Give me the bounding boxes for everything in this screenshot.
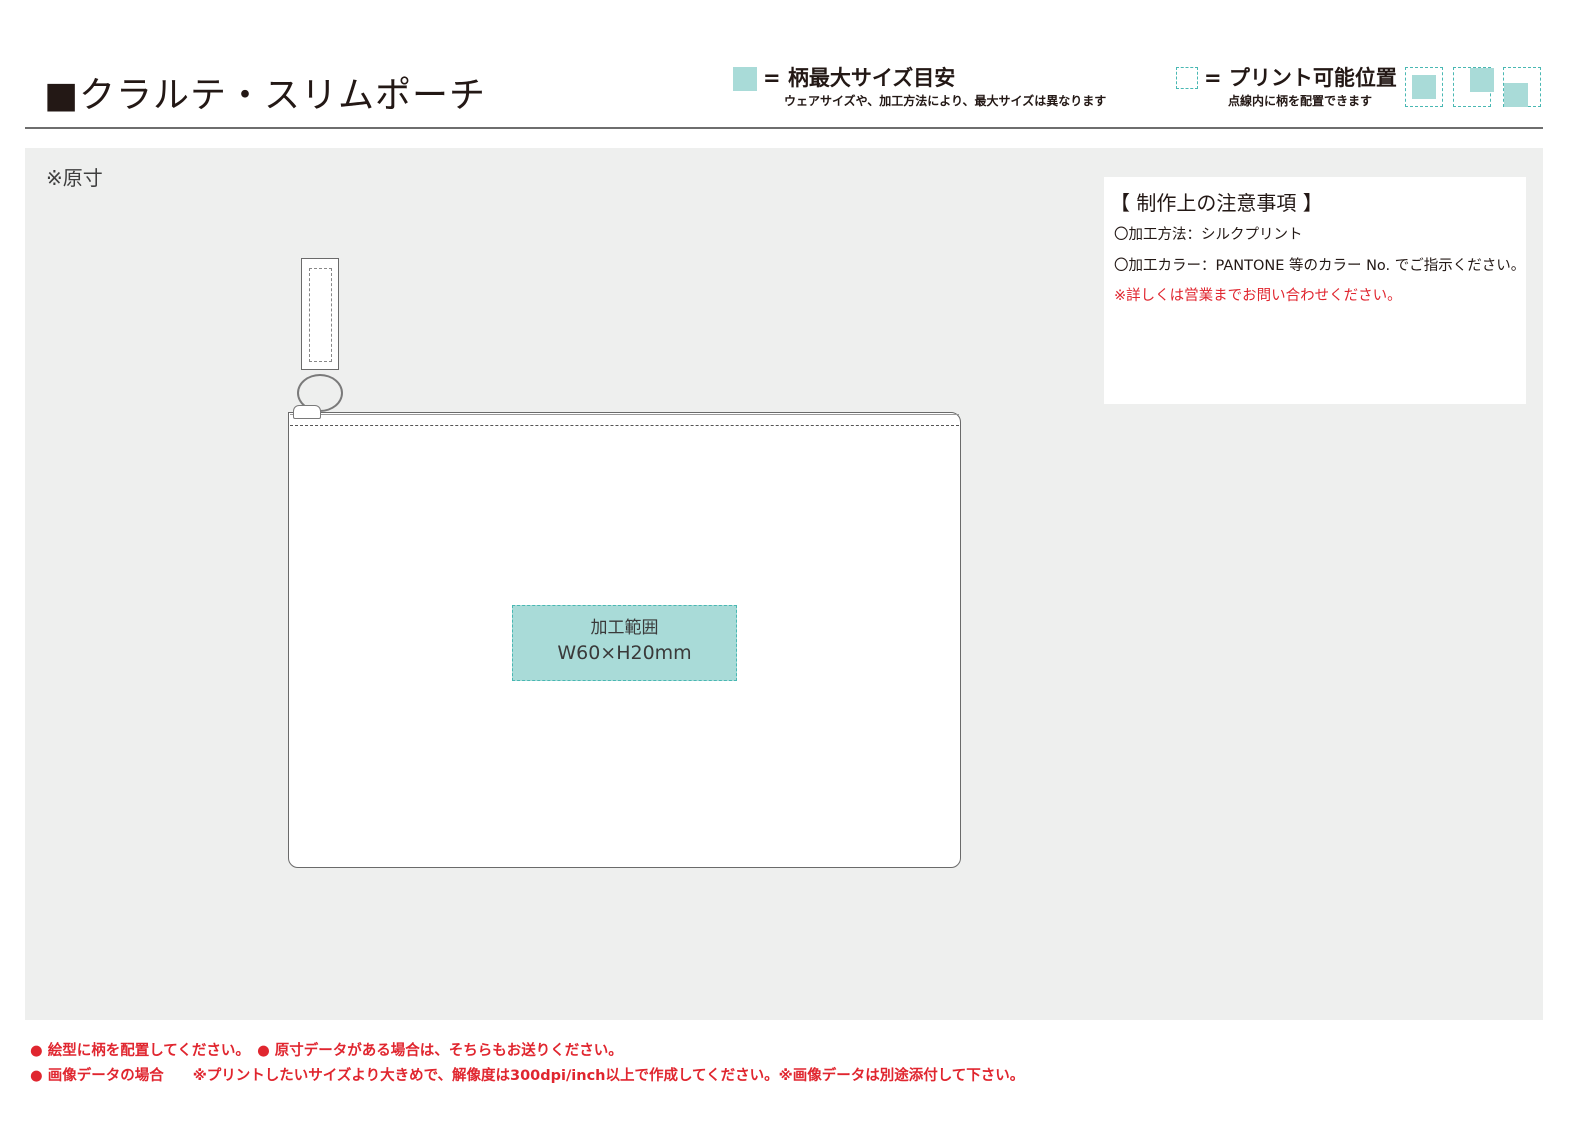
max-size-swatch-icon — [733, 67, 757, 91]
footer-note-1: ● 絵型に柄を配置してください。 ● 原寸データがある場合は、そちらもお送りくだ… — [30, 1043, 623, 1059]
page-title: ■クラルテ・スリムポーチ — [44, 75, 487, 116]
printable-area-dashed-icon — [1176, 67, 1198, 89]
legend-printable-note: 点線内に柄を配置できます — [1228, 94, 1373, 108]
placement-center-fill — [1412, 75, 1436, 99]
strap-print-area — [309, 268, 332, 362]
legend-max-size-label: = 柄最大サイズ目安 — [763, 66, 956, 90]
print-area-box: 加工範囲 W60×H20mm — [512, 605, 737, 681]
placement-top-fill — [1470, 68, 1494, 92]
zipper-stitch-line — [290, 425, 959, 426]
print-area-dimensions: W60×H20mm — [557, 642, 692, 664]
placement-top-icon — [1453, 67, 1494, 107]
legend-printable-label: = プリント可能位置 — [1204, 66, 1397, 90]
notes-title: 【 制作上の注意事項 】 — [1110, 191, 1323, 215]
print-area-label: 加工範囲 — [590, 618, 659, 638]
notes-warning: ※詳しくは営業までお問い合わせください。 — [1114, 288, 1402, 304]
header-divider — [25, 127, 1543, 129]
notes-color: 〇加工カラー：PANTONE 等のカラー No. でご指示ください。 — [1114, 258, 1526, 274]
scale-note: ※原寸 — [46, 166, 103, 190]
zipper-top-edge — [290, 414, 959, 415]
zipper-slider-icon — [293, 405, 321, 419]
placement-center-icon — [1405, 67, 1443, 107]
placement-bottom-fill — [1504, 83, 1528, 107]
legend-max-size-note: ウェアサイズや、加工方法により、最大サイズは異なります — [784, 94, 1107, 108]
footer-note-2: ● 画像データの場合 ※プリントしたいサイズより大きめで、解像度は300dpi/… — [30, 1068, 1025, 1084]
notes-method: 〇加工方法：シルクプリント — [1114, 227, 1303, 243]
placement-bottom-icon — [1503, 67, 1541, 107]
